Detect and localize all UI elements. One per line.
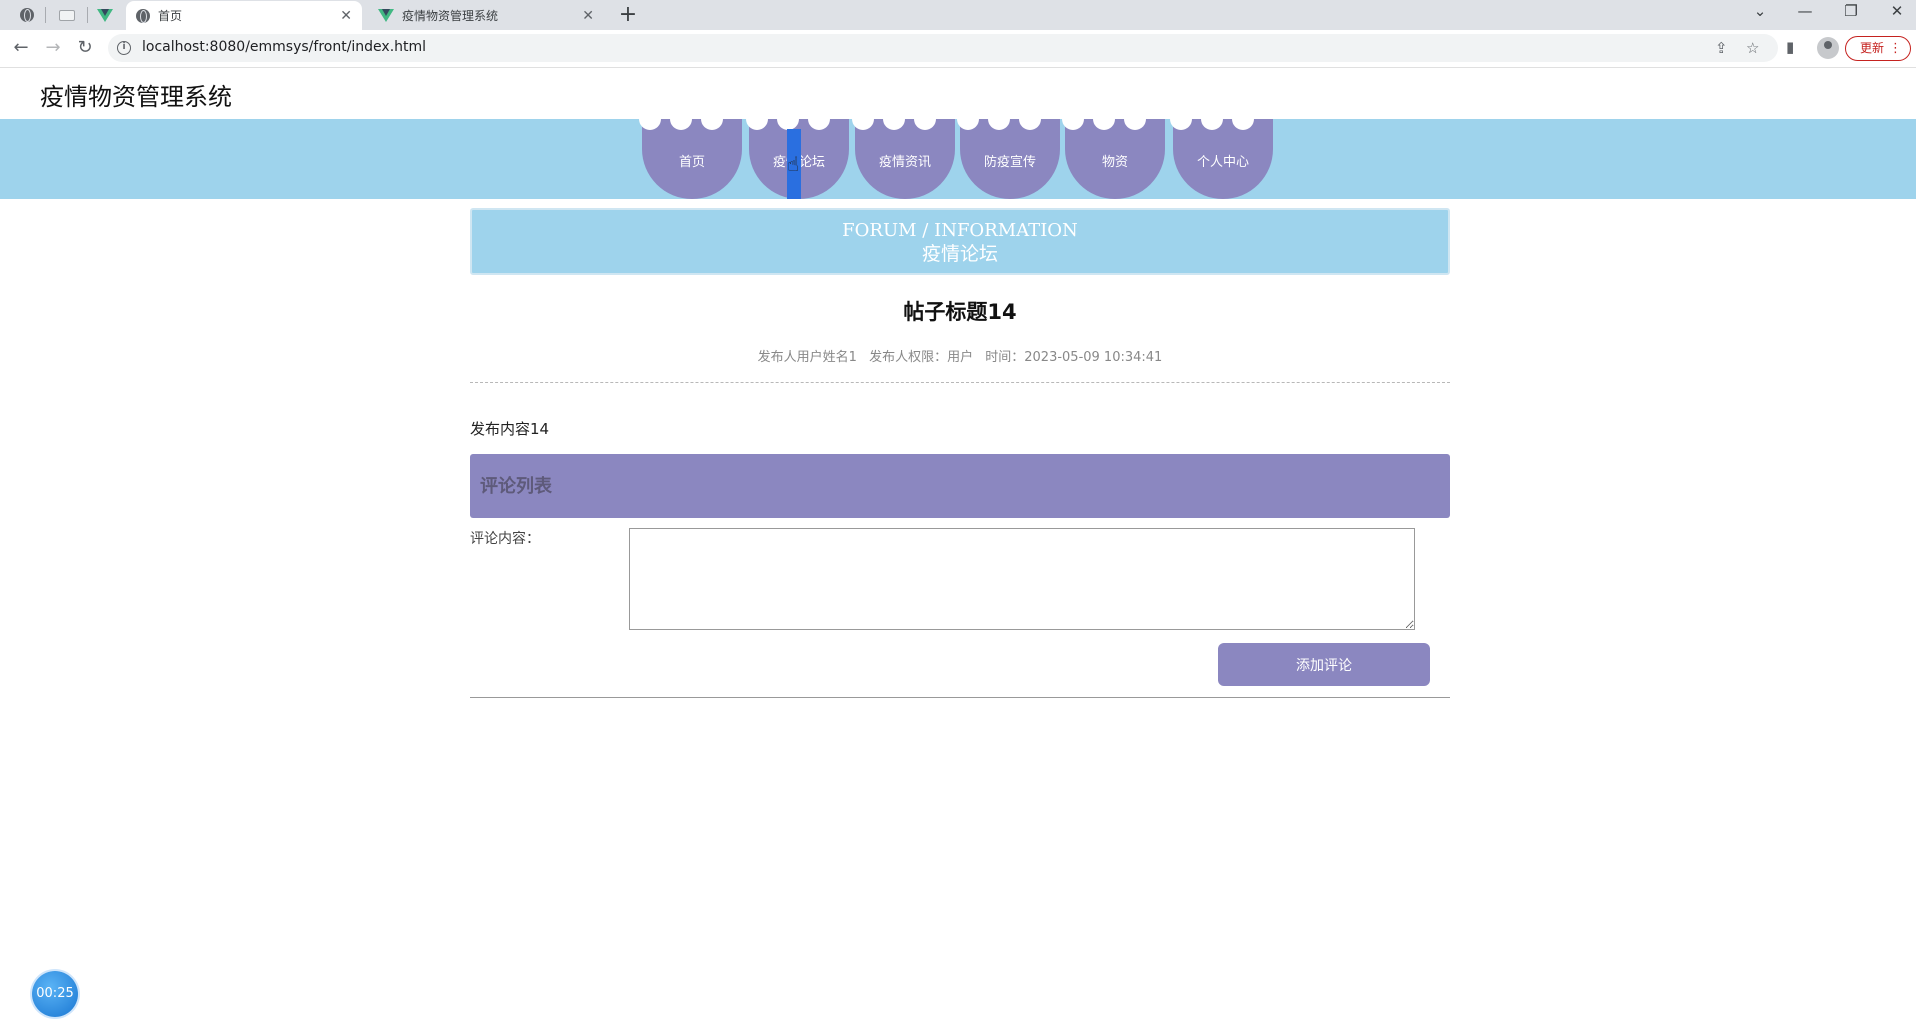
scallop-decoration [1201,108,1223,130]
close-window-button[interactable]: ✕ [1877,2,1916,20]
pinned-tab-blank[interactable] [50,3,84,27]
vue-icon [378,9,394,22]
update-button[interactable]: 更新 ⋮ [1845,36,1911,61]
scallop-decoration [777,108,799,130]
divider [470,697,1450,698]
scallop-decoration [1232,108,1254,130]
nav-label: 防疫宣传 [983,155,1036,170]
tab-separator [45,7,46,23]
scallop-decoration [670,108,692,130]
banner-chinese-title: 疫情论坛 [921,243,998,265]
section-banner: FORUM / INFORMATION 疫情论坛 [470,208,1450,275]
globe-icon [136,8,150,23]
reload-icon[interactable]: ↻ [73,36,97,60]
close-icon[interactable]: ✕ [582,8,594,24]
new-tab-button[interactable]: + [615,2,641,27]
share-icon[interactable]: ⇪ [1715,39,1728,57]
site-info-icon[interactable]: i [117,41,131,55]
post-title: 帖子标题14 [903,300,1017,324]
hand-cursor-icon: ☝ [787,152,800,176]
nav-label: 首页 [678,155,705,170]
url-text: localhost:8080/emmsys/front/index.html [142,39,427,55]
nav-label: 个人中心 [1196,155,1249,170]
tab-title: 首页 [158,9,183,23]
nav-label: 疫情资讯 [878,155,931,170]
nav-strip [0,119,1916,199]
scallop-decoration [914,108,936,130]
tab-emmsys[interactable]: 疫情物资管理系统 ✕ [368,1,604,30]
tab-home[interactable]: 首页 ✕ [126,1,362,30]
post-permission: 发布人权限：用户 [869,350,974,365]
pinned-tab-vue[interactable] [88,3,122,27]
vue-icon [97,8,113,22]
address-bar[interactable]: i localhost:8080/emmsys/front/index.html… [108,34,1778,62]
divider [470,382,1450,383]
side-panel-icon[interactable]: ▮ [1786,38,1794,56]
scallop-decoration [808,108,830,130]
scallop-decoration [1170,108,1192,130]
update-label: 更新 [1860,41,1885,55]
browser-tab-bar: 首页 ✕ 疫情物资管理系统 ✕ + ⌄ — ❐ ✕ [0,0,1916,30]
blank-page-icon [59,9,75,21]
post-content: 发布内容14 [470,420,550,438]
scallop-decoration [1093,108,1115,130]
scallop-decoration [883,108,905,130]
forward-arrow-icon[interactable]: → [41,36,65,60]
pinned-tab-globe[interactable] [10,3,44,27]
bookmark-star-icon[interactable]: ☆ [1746,39,1759,57]
scallop-decoration [701,108,723,130]
comment-label: 评论内容： [470,531,540,547]
scallop-decoration [1062,108,1084,130]
comments-heading: 评论列表 [470,454,1450,518]
scallop-decoration [639,108,661,130]
add-comment-button[interactable]: 添加评论 [1218,643,1430,686]
scallop-decoration [1019,108,1041,130]
tab-search-chevron-icon[interactable]: ⌄ [1740,2,1780,20]
recording-timer: 00:25 [32,971,78,1017]
scallop-decoration [746,108,768,130]
more-menu-icon[interactable]: ⋮ [1889,37,1902,60]
scallop-decoration [957,108,979,130]
scallop-decoration [988,108,1010,130]
profile-avatar-icon[interactable] [1817,37,1839,59]
browser-toolbar: ← → ↻ i localhost:8080/emmsys/front/inde… [0,30,1916,68]
post-time: 时间：2023-05-09 10:34:41 [985,350,1163,365]
scallop-decoration [852,108,874,130]
site-title: 疫情物资管理系统 [40,83,232,111]
nav-label: 物资 [1101,155,1128,170]
globe-icon [20,8,34,22]
minimize-button[interactable]: — [1785,2,1825,20]
post-publisher: 发布人用户姓名1 [757,350,857,365]
post-meta: 发布人用户姓名1 发布人权限：用户 时间：2023-05-09 10:34:41 [470,346,1450,365]
scallop-decoration [1124,108,1146,130]
tab-title: 疫情物资管理系统 [402,9,499,23]
banner-english-title: FORUM / INFORMATION [842,220,1078,241]
close-icon[interactable]: ✕ [340,8,352,24]
comment-textarea[interactable] [629,528,1415,630]
restore-button[interactable]: ❐ [1831,2,1871,20]
back-arrow-icon[interactable]: ← [9,36,33,60]
